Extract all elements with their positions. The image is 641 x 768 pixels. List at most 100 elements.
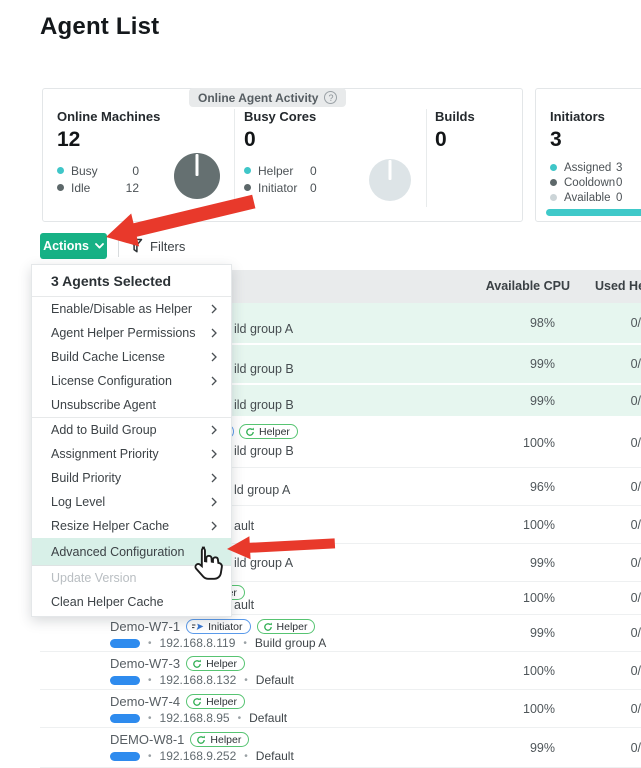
menu-item-build-priority[interactable]: Build Priority — [32, 466, 231, 490]
submenu-arrow-icon — [211, 352, 217, 362]
help-icon[interactable]: ? — [324, 91, 337, 104]
agent-row[interactable]: DEMO-W8-1 Helper • 192.168.9.252 • Defau… — [40, 728, 641, 768]
donut-notch — [389, 160, 392, 180]
agent-name: Demo-W7-3 — [110, 656, 180, 671]
menu-header: 3 Agents Selected — [32, 265, 231, 297]
bullet: • — [238, 713, 242, 724]
menu-item-log-level[interactable]: Log Level — [32, 490, 231, 514]
bullet: • — [148, 751, 152, 762]
helper-badge: Helper — [257, 619, 316, 634]
chevron-down-icon — [95, 243, 104, 249]
menu-item-advanced-configuration[interactable]: Advanced Configuration — [32, 538, 231, 566]
helper-badge: Helper — [239, 424, 298, 439]
helper-dot — [244, 167, 251, 174]
agent-group: Default — [249, 711, 287, 725]
submenu-arrow-icon — [211, 376, 217, 386]
menu-item-clean-helper-cache[interactable]: Clean Helper Cache — [32, 590, 231, 614]
filter-icon — [128, 238, 143, 254]
refresh-icon — [263, 622, 273, 632]
busy-cores-donut — [369, 159, 411, 201]
builds-value: 0 — [435, 128, 515, 152]
menu-item-build-cache-license[interactable]: Build Cache License — [32, 345, 231, 369]
card-divider — [426, 109, 427, 207]
online-agent-activity-label: Online Agent Activity — [198, 91, 318, 105]
bullet: • — [148, 675, 152, 686]
builds-title: Builds — [435, 109, 515, 124]
menu-item-update-version: Update Version — [32, 566, 231, 590]
online-agent-activity-card: Online Agent Activity ? Online Machines … — [42, 88, 523, 222]
legend-cooldown: Cooldown 0 — [550, 175, 641, 190]
helper-badge: Helper — [190, 732, 249, 747]
menu-item-enable-disable-as-helper[interactable]: Enable/Disable as Helper — [32, 297, 231, 321]
submenu-arrow-icon — [211, 449, 217, 459]
agent-row[interactable]: Demo-W7-1 Initiator Helper • 192.168 — [40, 615, 641, 652]
helper-badge: Helper — [186, 656, 245, 671]
available-dot — [550, 194, 557, 201]
legend-assigned: Assigned 3 — [550, 160, 641, 175]
refresh-icon — [192, 697, 202, 707]
initiator-icon — [192, 622, 204, 631]
busy-cores-section: Busy Cores 0 Helper 0 Initiator 0 — [244, 109, 364, 196]
busy-cores-value: 0 — [244, 128, 364, 152]
actions-button[interactable]: Actions — [40, 233, 107, 259]
helper-badge: Helper — [186, 694, 245, 709]
initiators-card: Initiators 3 Assigned 3 Cooldown 0 Avail… — [535, 88, 641, 222]
initiator-dot — [244, 184, 251, 191]
legend-helper: Helper 0 — [244, 162, 364, 179]
initiators-progress-bar — [546, 209, 641, 216]
menu-item-assignment-priority[interactable]: Assignment Priority — [32, 442, 231, 466]
bullet: • — [243, 638, 247, 649]
submenu-arrow-icon — [211, 473, 217, 483]
menu-item-resize-helper-cache[interactable]: Resize Helper Cache — [32, 514, 231, 538]
cooldown-dot — [550, 179, 557, 186]
toolbar-divider — [118, 236, 119, 257]
builds-section: Builds 0 — [435, 109, 515, 152]
page-title: Agent List — [40, 13, 159, 41]
bullet: • — [148, 638, 152, 649]
card-divider — [234, 109, 235, 207]
agent-name: Demo-W7-4 — [110, 694, 180, 709]
bullet: • — [244, 675, 248, 686]
menu-item-license-configuration[interactable]: License Configuration — [32, 369, 231, 393]
refresh-icon — [192, 659, 202, 669]
agent-ip: 192.168.8.95 — [160, 711, 230, 725]
agent-group: Build group A — [255, 636, 326, 650]
agent-row[interactable]: Demo-W7-3 Helper • 192.168.8.132 • Defau… — [40, 652, 641, 690]
column-used-helpers[interactable]: Used Help — [595, 279, 641, 293]
agent-ip: 192.168.8.119 — [160, 636, 236, 650]
legend-available: Available 0 — [550, 190, 641, 205]
agent-os-pill — [110, 639, 140, 648]
submenu-arrow-icon — [211, 497, 217, 507]
submenu-arrow-icon — [211, 425, 217, 435]
menu-item-agent-helper-permissions[interactable]: Agent Helper Permissions — [32, 321, 231, 345]
assigned-dot — [550, 164, 557, 171]
submenu-arrow-icon — [211, 328, 217, 338]
menu-item-add-to-build-group[interactable]: Add to Build Group — [32, 418, 231, 442]
agent-group: Default — [256, 673, 294, 687]
submenu-arrow-icon — [211, 304, 217, 314]
agent-row[interactable]: Demo-W7-4 Helper • 192.168.8.95 • Defaul… — [40, 690, 641, 728]
agent-ip: 192.168.8.132 — [160, 673, 237, 687]
bullet: • — [244, 751, 248, 762]
donut-notch — [196, 154, 199, 176]
agent-os-pill — [110, 714, 140, 723]
online-machines-donut — [174, 153, 220, 199]
initiators-title: Initiators — [550, 109, 641, 124]
agent-name: DEMO-W8-1 — [110, 732, 184, 747]
filters-button[interactable]: Filters — [128, 238, 185, 254]
agent-name: Demo-W7-1 — [110, 619, 180, 634]
submenu-arrow-icon — [211, 521, 217, 531]
column-available-cpu[interactable]: Available CPU — [486, 279, 570, 293]
agent-os-pill — [110, 676, 140, 685]
legend-initiator: Initiator 0 — [244, 179, 364, 196]
initiator-badge: Initiator — [186, 619, 250, 634]
busy-dot — [57, 167, 64, 174]
bullet: • — [148, 713, 152, 724]
menu-item-unsubscribe-agent[interactable]: Unsubscribe Agent — [32, 393, 231, 417]
refresh-icon — [245, 427, 255, 437]
initiators-value: 3 — [550, 128, 641, 152]
online-agent-activity-pill: Online Agent Activity ? — [189, 88, 346, 107]
online-machines-value: 12 — [57, 128, 232, 152]
busy-cores-title: Busy Cores — [244, 109, 364, 124]
online-machines-title: Online Machines — [57, 109, 232, 124]
